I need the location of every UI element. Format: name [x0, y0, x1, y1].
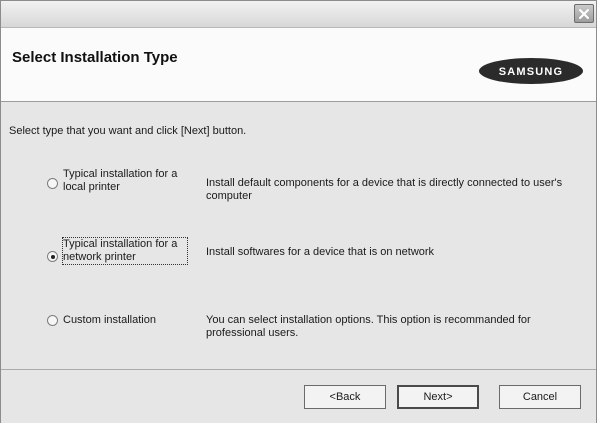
close-button[interactable]	[574, 4, 594, 23]
brand-text: SAMSUNG	[499, 66, 564, 78]
option-description: Install default components for a device …	[206, 177, 584, 203]
back-button[interactable]: <Back	[304, 385, 386, 409]
radio-local-printer[interactable]	[47, 178, 58, 189]
option-description: Install softwares for a device that is o…	[206, 246, 584, 259]
option-description: You can select installation options. Thi…	[206, 314, 584, 340]
option-description-line1: Install default components for a device …	[206, 177, 563, 189]
option-label[interactable]: Typical installation for a network print…	[62, 237, 188, 265]
option-label-line2: local printer	[63, 181, 120, 193]
option-label[interactable]: Custom installation	[63, 314, 187, 327]
main-content: Select type that you want and click [Nex…	[1, 102, 596, 368]
option-label-line1: Typical installation for a	[63, 168, 178, 180]
title-bar	[1, 1, 596, 28]
option-description-line2: computer	[206, 190, 252, 202]
button-bar: <Back Next> Cancel	[1, 369, 596, 423]
samsung-logo: SAMSUNG	[479, 58, 583, 84]
header-panel: Select Installation Type SAMSUNG	[1, 28, 596, 102]
installer-window: Select Installation Type SAMSUNG Select …	[0, 0, 597, 423]
page-title: Select Installation Type	[12, 49, 178, 66]
next-button[interactable]: Next>	[397, 385, 479, 409]
option-description-line1: You can select installation options. Thi…	[206, 314, 531, 326]
radio-custom[interactable]	[47, 315, 58, 326]
option-description-line2: professional users.	[206, 327, 299, 339]
option-label-line1: Custom installation	[63, 314, 156, 326]
option-label-line1: Typical installation for a	[63, 238, 178, 250]
close-icon	[579, 8, 589, 19]
instruction-text: Select type that you want and click [Nex…	[9, 125, 247, 137]
radio-network-printer[interactable]	[47, 251, 58, 262]
cancel-button[interactable]: Cancel	[499, 385, 581, 409]
option-label-line2: network printer	[63, 251, 136, 263]
option-description-line1: Install softwares for a device that is o…	[206, 246, 435, 258]
option-label[interactable]: Typical installation for a local printer	[63, 168, 187, 194]
